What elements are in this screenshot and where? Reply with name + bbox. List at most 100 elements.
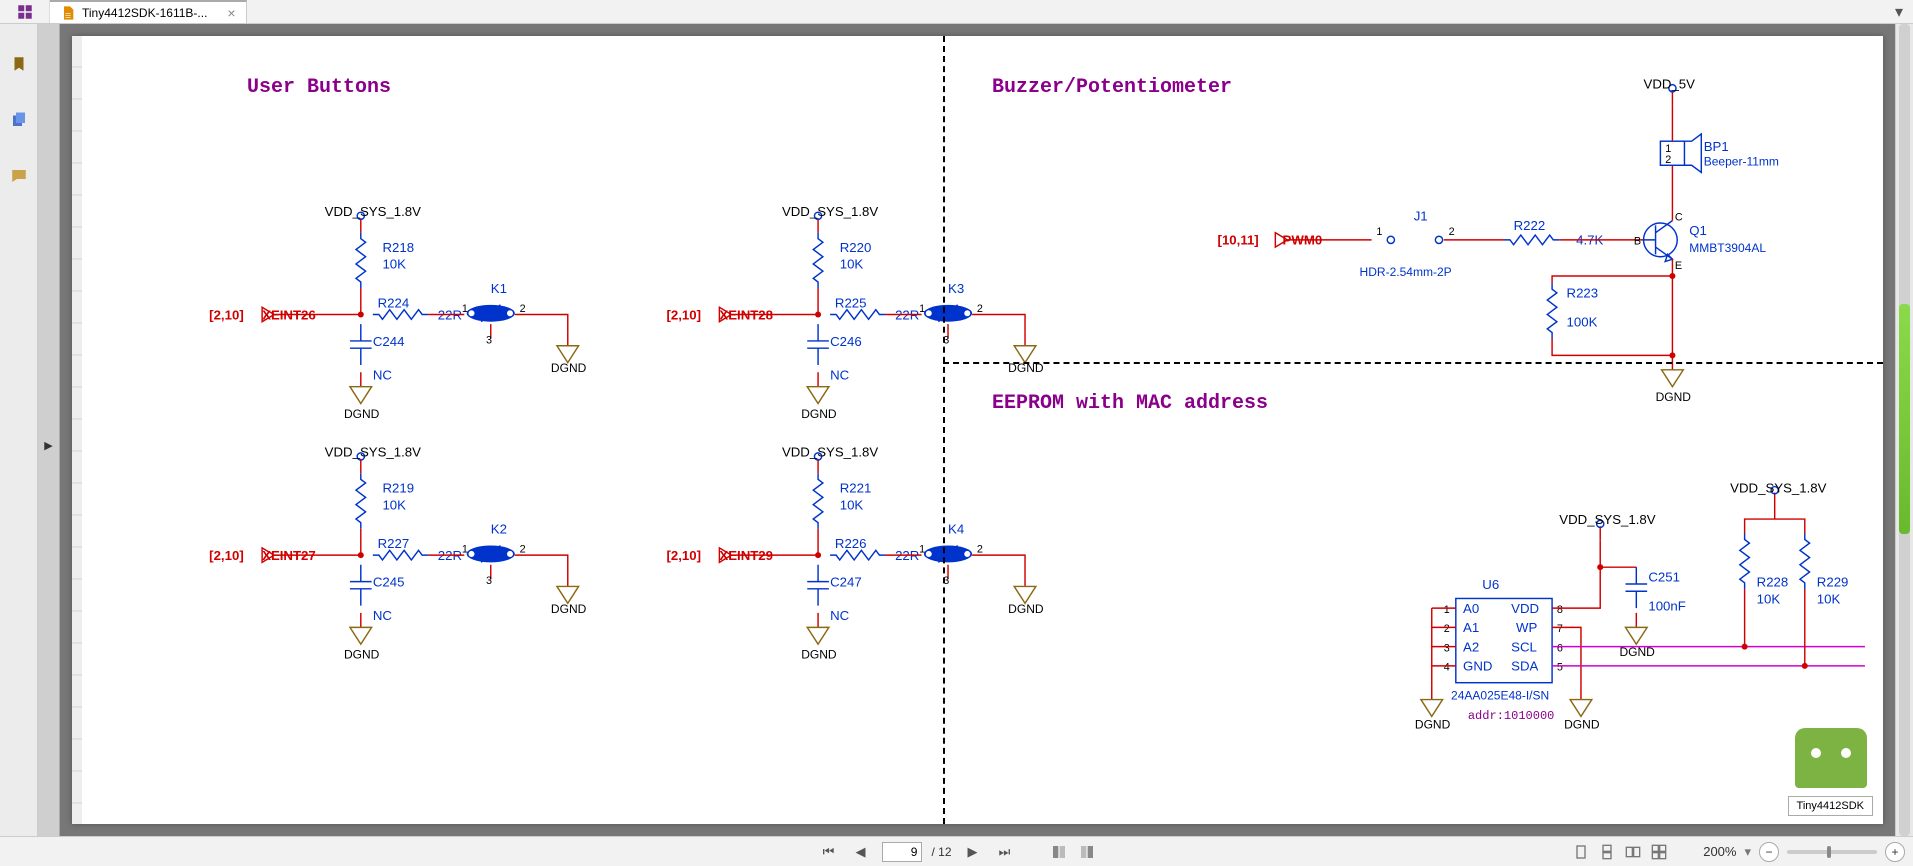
svg-text:VDD_SYS_1.8V: VDD_SYS_1.8V (782, 444, 878, 459)
svg-text:DGND: DGND (801, 407, 837, 421)
page-total-label: / 12 (931, 845, 951, 859)
svg-text:SCL: SCL (1511, 639, 1537, 654)
svg-text:[2,10]: [2,10] (209, 307, 244, 322)
svg-text:Beeper-11mm: Beeper-11mm (1704, 154, 1779, 168)
svg-text:VDD_SYS_1.8V: VDD_SYS_1.8V (325, 444, 421, 459)
svg-text:C251: C251 (1648, 570, 1680, 585)
document-tab[interactable]: Tiny4412SDK-1611B-... × (50, 0, 247, 23)
svg-text:2: 2 (1444, 623, 1450, 635)
svg-text:10K: 10K (1817, 591, 1841, 606)
svg-text:XEINT27: XEINT27 (262, 548, 316, 563)
zoom-slider[interactable] (1787, 850, 1877, 854)
svg-text:DGND: DGND (551, 602, 587, 616)
svg-text:2: 2 (520, 303, 526, 315)
svg-text:VDD_5V: VDD_5V (1644, 76, 1696, 91)
svg-text:[2,10]: [2,10] (666, 307, 701, 322)
pdf-icon (60, 5, 76, 21)
page-ruler (72, 36, 82, 824)
zoom-in-button[interactable]: + (1885, 842, 1905, 862)
svg-text:3: 3 (1444, 642, 1450, 654)
svg-text:R224: R224 (378, 295, 410, 310)
svg-text:VDD: VDD (1511, 601, 1539, 616)
svg-text:8: 8 (1557, 604, 1563, 616)
document-viewport[interactable]: User Buttons Buzzer/Potentiometer EEPROM… (60, 24, 1895, 836)
svg-text:R228: R228 (1757, 574, 1789, 589)
svg-text:R229: R229 (1817, 574, 1849, 589)
app-menu-button[interactable] (0, 0, 50, 23)
svg-text:DGND: DGND (801, 648, 837, 662)
svg-text:U6: U6 (1482, 577, 1499, 592)
svg-text:WP: WP (1516, 620, 1537, 635)
svg-text:C246: C246 (830, 334, 862, 349)
workspace: ▶ User Buttons Buzzer/Potentiometer EEPR… (0, 24, 1913, 836)
view-facing-icon[interactable] (1624, 843, 1642, 861)
svg-text:K2: K2 (491, 521, 507, 536)
next-page-button[interactable]: ▶ (962, 841, 984, 863)
svg-text:2: 2 (1665, 154, 1671, 166)
last-page-button[interactable]: ⏭ (994, 841, 1016, 863)
single-page-back-icon[interactable] (1078, 843, 1096, 861)
panel-splitter[interactable]: ▶ (38, 24, 60, 836)
first-page-button[interactable]: ⏮ (817, 841, 839, 863)
svg-text:R218: R218 (382, 240, 414, 255)
zoom-value: 200% (1676, 844, 1736, 859)
svg-text:HDR-2.54mm-2P: HDR-2.54mm-2P (1360, 265, 1452, 279)
svg-text:BP1: BP1 (1704, 139, 1729, 154)
svg-text:K1: K1 (491, 281, 507, 296)
svg-text:DGND: DGND (1564, 717, 1600, 731)
pages-icon[interactable] (9, 110, 29, 130)
bookmark-icon[interactable] (9, 54, 29, 74)
svg-text:NC: NC (830, 367, 850, 382)
view-continuous-icon[interactable] (1598, 843, 1616, 861)
view-facing-continuous-icon[interactable] (1650, 843, 1668, 861)
view-single-icon[interactable] (1572, 843, 1590, 861)
svg-text:C245: C245 (373, 574, 405, 589)
svg-text:10K: 10K (1757, 591, 1781, 606)
single-page-front-icon[interactable] (1050, 843, 1068, 861)
close-tab-button[interactable]: × (227, 5, 235, 21)
prev-page-button[interactable]: ◀ (849, 841, 871, 863)
svg-text:R219: R219 (382, 481, 414, 496)
status-bar: ⏮ ◀ / 12 ▶ ⏭ 200% ▾ − + (0, 836, 1913, 866)
svg-text:NC: NC (373, 367, 393, 382)
svg-text:[2,10]: [2,10] (666, 548, 701, 563)
svg-text:R227: R227 (378, 536, 410, 551)
svg-text:10K: 10K (840, 497, 864, 512)
svg-text:R220: R220 (840, 240, 872, 255)
comments-icon[interactable] (9, 166, 29, 186)
svg-text:100nF: 100nF (1648, 598, 1685, 613)
section-title-buttons: User Buttons (247, 76, 391, 99)
page-number-input[interactable] (881, 842, 921, 862)
svg-text:NC: NC (830, 608, 850, 623)
side-panel (0, 24, 38, 836)
scrollbar-thumb[interactable] (1899, 304, 1910, 534)
zoom-controls: 200% ▾ − + (1572, 842, 1913, 862)
svg-text:GND: GND (1463, 659, 1492, 674)
svg-text:24AA025E48-I/SN: 24AA025E48-I/SN (1451, 689, 1549, 703)
schematic-divider-vert (943, 36, 945, 824)
svg-text:XEINT28: XEINT28 (719, 307, 773, 322)
svg-text:5: 5 (1557, 662, 1563, 674)
svg-text:2: 2 (520, 544, 526, 556)
assistant-robot-icon[interactable] (1795, 728, 1867, 788)
svg-text:1: 1 (1376, 226, 1382, 238)
page-navigator: ⏮ ◀ / 12 ▶ ⏭ (817, 841, 1095, 863)
schematic-svg: 3 VDD_SYS_1.8V R218 10K [2 (72, 36, 1883, 824)
svg-text:SDA: SDA (1511, 659, 1538, 674)
svg-text:10K: 10K (840, 257, 864, 272)
zoom-out-button[interactable]: − (1759, 842, 1779, 862)
svg-text:VDD_SYS_1.8V: VDD_SYS_1.8V (1559, 512, 1655, 527)
tab-overflow-button[interactable]: ▾ (1885, 0, 1913, 23)
svg-text:[2,10]: [2,10] (209, 548, 244, 563)
section-title-buzzer: Buzzer/Potentiometer (992, 76, 1232, 99)
svg-text:K3: K3 (948, 281, 964, 296)
svg-text:NC: NC (373, 608, 393, 623)
svg-text:VDD_SYS_1.8V: VDD_SYS_1.8V (325, 204, 421, 219)
svg-text:1: 1 (1444, 604, 1450, 616)
vertical-scrollbar[interactable] (1895, 24, 1913, 836)
svg-text:addr:1010000: addr:1010000 (1468, 709, 1555, 723)
svg-text:A1: A1 (1463, 620, 1479, 635)
svg-text:VDD_SYS_1.8V: VDD_SYS_1.8V (782, 204, 878, 219)
svg-text:2: 2 (977, 303, 983, 315)
svg-text:A0: A0 (1463, 601, 1479, 616)
